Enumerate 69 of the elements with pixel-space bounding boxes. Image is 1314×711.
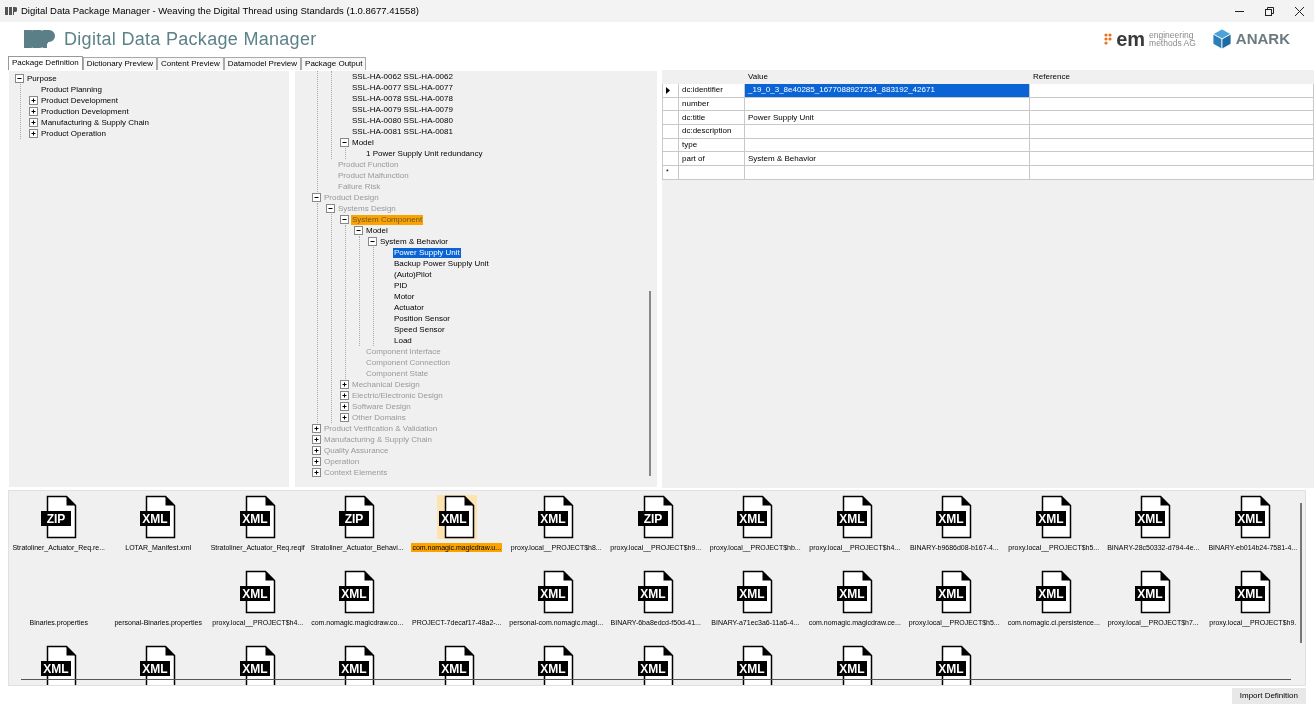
collapse-icon[interactable] bbox=[15, 74, 24, 83]
tab[interactable]: Datamodel Preview bbox=[223, 57, 302, 70]
partner-name: methods AG bbox=[1149, 39, 1196, 48]
tree-item[interactable]: PID bbox=[393, 280, 409, 291]
scrollbar[interactable] bbox=[649, 291, 651, 476]
tree-item[interactable]: Power Supply Unit bbox=[393, 247, 461, 258]
close-icon bbox=[1294, 6, 1304, 16]
tree-item[interactable]: Speed Sensor bbox=[393, 324, 446, 335]
partner-name: engineering bbox=[1149, 30, 1194, 39]
tree-item[interactable]: Product Operation bbox=[40, 128, 107, 139]
tab[interactable]: Package Output bbox=[301, 57, 367, 70]
tree-item[interactable]: SSL-HA-0080 SSL-HA-0080 bbox=[351, 115, 454, 126]
scrollbar[interactable] bbox=[21, 679, 1291, 680]
collapse-icon[interactable] bbox=[340, 215, 349, 224]
expand-icon[interactable] bbox=[312, 424, 321, 433]
tab[interactable]: Dictionary Preview bbox=[82, 57, 157, 70]
expand-icon[interactable] bbox=[340, 413, 349, 422]
collapse-icon[interactable] bbox=[326, 204, 335, 213]
tree-item[interactable]: Product Planning bbox=[40, 84, 103, 95]
expand-icon[interactable] bbox=[29, 129, 38, 138]
app-icon bbox=[5, 7, 17, 15]
tree-item[interactable]: 1 Power Supply Unit redundancy bbox=[365, 148, 484, 159]
file-icon[interactable]: XML bbox=[436, 495, 477, 539]
expand-icon[interactable] bbox=[29, 96, 38, 105]
tab[interactable]: Package Definition bbox=[8, 56, 83, 70]
expand-icon[interactable] bbox=[340, 402, 349, 411]
tree-item[interactable]: SSL-HA-0079 SSL-HA-0079 bbox=[351, 104, 454, 115]
dots-icon bbox=[1104, 32, 1113, 46]
expand-icon[interactable] bbox=[312, 457, 321, 466]
tree-item[interactable]: SSL-HA-0081 SSL-HA-0081 bbox=[351, 126, 454, 137]
expand-icon[interactable] bbox=[340, 380, 349, 389]
window-title: Digital Data Package Manager - Weaving the Digital Thread using Standards (1.0.8677.41558) bbox=[21, 3, 419, 18]
tree-item[interactable]: System Component bbox=[351, 214, 424, 225]
tree-item[interactable]: SSL-HA-0077 SSL-HA-0077 bbox=[351, 82, 454, 93]
collapse-icon[interactable] bbox=[354, 226, 363, 235]
tab[interactable]: Content Preview bbox=[156, 57, 224, 70]
brand-name: ANARK bbox=[1235, 28, 1290, 49]
tree-item[interactable]: Position Sensor bbox=[393, 313, 452, 324]
tree-item[interactable]: Purpose bbox=[26, 73, 58, 84]
expand-icon[interactable] bbox=[312, 435, 321, 444]
expand-icon[interactable] bbox=[312, 468, 321, 477]
tree-item[interactable]: (Auto)Pilot bbox=[393, 269, 433, 280]
expand-icon[interactable] bbox=[29, 107, 38, 116]
tree-item[interactable]: Model bbox=[351, 137, 375, 148]
collapse-icon[interactable] bbox=[312, 193, 321, 202]
partner-logo-mark: em bbox=[1116, 29, 1146, 49]
scrollbar[interactable] bbox=[1300, 503, 1302, 643]
tree-item[interactable]: SSL-HA-0078 SSL-HA-0078 bbox=[351, 93, 454, 104]
tree-item[interactable]: Load bbox=[393, 335, 413, 346]
tree-item[interactable]: Motor bbox=[393, 291, 416, 302]
restore-icon bbox=[1264, 6, 1274, 16]
collapse-icon[interactable] bbox=[368, 237, 377, 246]
app-name: Digital Data Package Manager bbox=[64, 27, 317, 51]
tree-item[interactable]: Product Development bbox=[40, 95, 119, 106]
tree-item[interactable]: System & Behavior bbox=[379, 236, 450, 247]
tree-item[interactable]: SSL-HA-0062 SSL-HA-0062 bbox=[351, 71, 454, 82]
collapse-icon[interactable] bbox=[340, 138, 349, 147]
tree-item[interactable]: Backup Power Supply Unit bbox=[393, 258, 490, 269]
tree-item[interactable]: Production Development bbox=[40, 106, 130, 117]
expand-icon[interactable] bbox=[340, 391, 349, 400]
tree-item[interactable]: Manufacturing & Supply Chain bbox=[40, 117, 151, 128]
cube-icon bbox=[1211, 28, 1232, 50]
expand-icon[interactable] bbox=[312, 446, 321, 455]
tree-item[interactable]: Model bbox=[365, 225, 389, 236]
row-pointer-icon bbox=[666, 86, 670, 94]
tree-item[interactable]: Actuator bbox=[393, 302, 425, 313]
expand-icon[interactable] bbox=[29, 118, 38, 127]
app-logo bbox=[24, 30, 56, 48]
import-definition-button[interactable]: Import Definition bbox=[1231, 688, 1306, 704]
